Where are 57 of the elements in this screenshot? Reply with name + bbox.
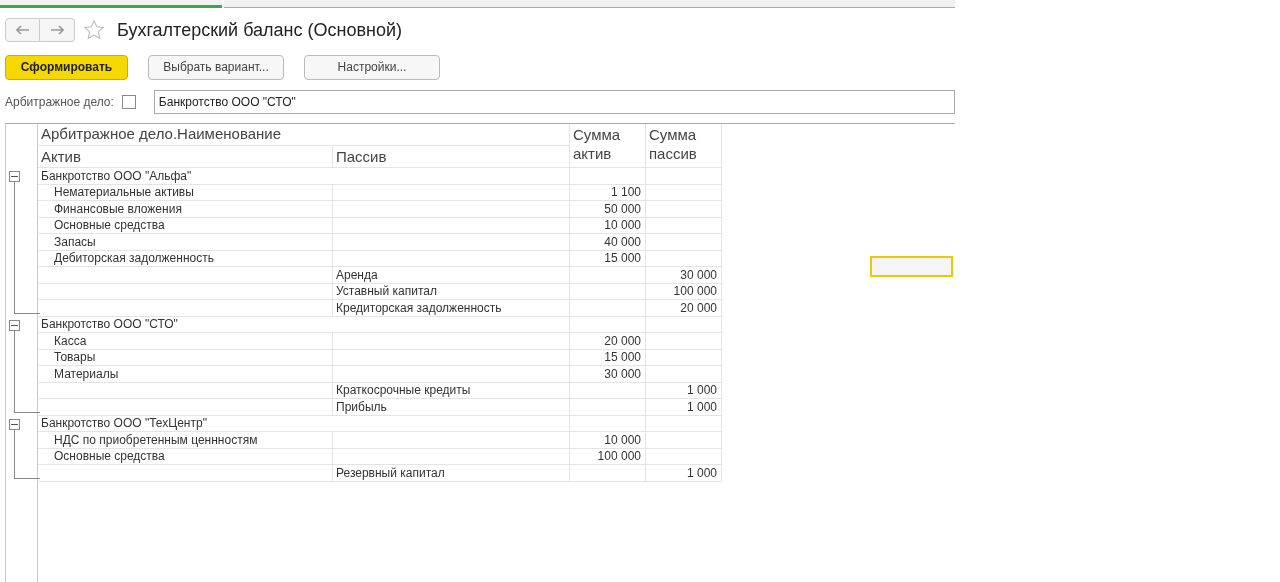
table-cell-text: Нематериальные активы — [54, 184, 194, 202]
toolbar-button[interactable]: Выбрать вариант... — [148, 54, 284, 80]
table-cell-text: Краткосрочные кредиты — [336, 382, 471, 400]
table-cell-text: НДС по приобретенным ценнностям — [54, 431, 258, 449]
right-arrow-icon — [50, 25, 64, 35]
table-cell-text: Аренда — [336, 266, 378, 284]
column-header: Актив — [41, 146, 81, 167]
table-cell-text: 30 000 — [680, 266, 717, 284]
table-cell-text: Кредиторская задолженность — [336, 299, 502, 317]
table-cell-text: 1 000 — [686, 464, 717, 482]
column-header: Сумма пассив — [649, 125, 698, 163]
table-cell-text: Прибыль — [336, 398, 387, 416]
table-cell-text: Основные средства — [54, 217, 165, 235]
table-cell-text: 15 000 — [604, 250, 641, 268]
column-header: Пассив — [336, 146, 387, 167]
table-cell-text: Резервный капитал — [336, 464, 445, 482]
table-cell-text: 20 000 — [680, 299, 717, 317]
group-name: Банкротство ООО "ТехЦентр" — [41, 415, 207, 433]
toolbar-button[interactable]: Настройки... — [304, 54, 440, 80]
collapse-icon[interactable] — [9, 418, 20, 430]
star-icon[interactable] — [83, 19, 105, 41]
table-cell-text: 30 000 — [604, 365, 641, 383]
table-cell-text: Основные средства — [54, 448, 165, 466]
table-cell-text: Финансовые вложения — [54, 200, 182, 218]
group-name: Банкротство ООО "СТО" — [41, 316, 178, 334]
table-cell-text: 15 000 — [604, 349, 641, 367]
table-cell-text: 1 100 — [610, 184, 641, 202]
table-cell-text: Запасы — [54, 233, 96, 251]
selected-cell[interactable] — [870, 256, 953, 277]
filter-checkbox[interactable] — [121, 94, 136, 109]
filter-label: Арбитражное дело: — [5, 93, 114, 111]
table-cell-text: 20 000 — [604, 332, 641, 350]
tree-line — [14, 429, 40, 479]
table-cell-text: Дебиторская задолженность — [54, 250, 214, 268]
table-cell-text: 10 000 — [604, 431, 641, 449]
column-header: Сумма актив — [573, 125, 622, 163]
table-cell-text: Уставный капитал — [336, 283, 437, 301]
column-header: Арбитражное дело.Наименование — [41, 124, 282, 145]
table-cell-text: 1 000 — [686, 398, 717, 416]
collapse-icon[interactable] — [9, 171, 20, 182]
back-button[interactable] — [5, 18, 40, 42]
left-arrow-icon — [15, 25, 30, 35]
table-cell-text: 100 000 — [597, 448, 641, 466]
group-name: Банкротство ООО "Альфа" — [41, 167, 192, 185]
collapse-icon[interactable] — [9, 319, 20, 331]
table-cell-text: 40 000 — [604, 233, 641, 251]
table-cell-text: Касса — [54, 332, 87, 350]
table-cell-text: Материалы — [54, 365, 119, 383]
table-cell-text: 100 000 — [673, 283, 717, 301]
table-cell-text: 50 000 — [604, 200, 641, 218]
filter-field[interactable]: Банкротство ООО "СТО" — [153, 89, 955, 114]
table-cell-text: Товары — [54, 349, 96, 367]
table-cell-text: 10 000 — [604, 217, 641, 235]
window-title: Бухгалтерский баланс (Основной) — [117, 18, 403, 42]
table-cell-text: 1 000 — [686, 382, 717, 400]
forward-button[interactable] — [40, 18, 75, 42]
toolbar-button[interactable]: Сформировать — [5, 54, 128, 80]
